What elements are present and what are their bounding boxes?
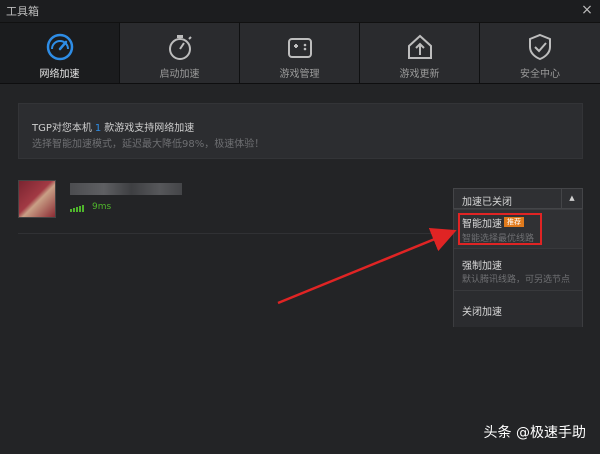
tab-label: 网络加速 xyxy=(39,69,80,80)
home-upload-icon xyxy=(408,34,432,59)
gamepad-icon xyxy=(288,38,312,58)
tab-game-update[interactable]: 游戏更新 xyxy=(360,23,480,83)
shield-check-icon xyxy=(529,33,551,61)
tab-label: 游戏管理 xyxy=(279,69,320,80)
watermark: 头条 @极速手助 xyxy=(483,425,586,441)
ping-value: 9ms xyxy=(92,202,112,212)
signal-bars-icon xyxy=(70,205,84,212)
window-title: 工具箱 xyxy=(6,5,39,18)
highlight-box xyxy=(458,213,542,245)
notice-line2: 选择智能加速模式，延迟最大降低98%，极速体验！ xyxy=(32,139,265,150)
acceleration-mode-dropdown[interactable]: 加速已关闭 ▲ xyxy=(453,188,583,209)
ping-indicator: 9ms xyxy=(70,202,111,212)
game-name-blurred xyxy=(70,183,182,195)
supported-game-count: 1 xyxy=(94,123,102,134)
tab-label: 安全中心 xyxy=(520,69,560,80)
menu-option-force-acceleration[interactable]: 强制加速 默认腾讯线路，可另选节点 xyxy=(454,248,582,291)
tab-startup-acceleration[interactable]: 启动加速 xyxy=(120,23,240,83)
option-name: 强制加速 xyxy=(462,261,502,272)
notice-prefix: TGP对您本机 xyxy=(32,123,92,134)
chevron-up-icon[interactable]: ▲ xyxy=(561,189,582,208)
tab-bar: 网络加速 启动加速 游戏管理 游戏更新 安全中心 xyxy=(0,23,600,84)
notice-suffix: 款游戏支持网络加速 xyxy=(104,123,195,134)
close-button[interactable]: × xyxy=(578,1,596,19)
acceleration-notice: TGP对您本机 1 款游戏支持网络加速 选择智能加速模式，延迟最大降低98%，极速体… xyxy=(18,103,583,159)
tab-network-acceleration[interactable]: 网络加速 xyxy=(0,23,120,83)
tab-game-management[interactable]: 游戏管理 xyxy=(240,23,360,83)
stopwatch-icon xyxy=(169,35,192,60)
option-name: 关闭加速 xyxy=(462,307,502,318)
game-thumbnail xyxy=(18,180,56,218)
speedometer-icon xyxy=(46,33,74,61)
menu-option-disable-acceleration[interactable]: 关闭加速 xyxy=(454,290,582,327)
tab-label: 游戏更新 xyxy=(399,69,440,80)
tab-security-center[interactable]: 安全中心 xyxy=(480,23,600,83)
option-description: 默认腾讯线路，可另选节点 xyxy=(462,275,571,285)
notice-line1: TGP对您本机 1 款游戏支持网络加速 xyxy=(32,119,194,134)
dropdown-selected-value: 加速已关闭 xyxy=(462,197,512,208)
tab-label: 启动加速 xyxy=(159,69,200,80)
title-bar: 工具箱 × xyxy=(0,0,600,23)
